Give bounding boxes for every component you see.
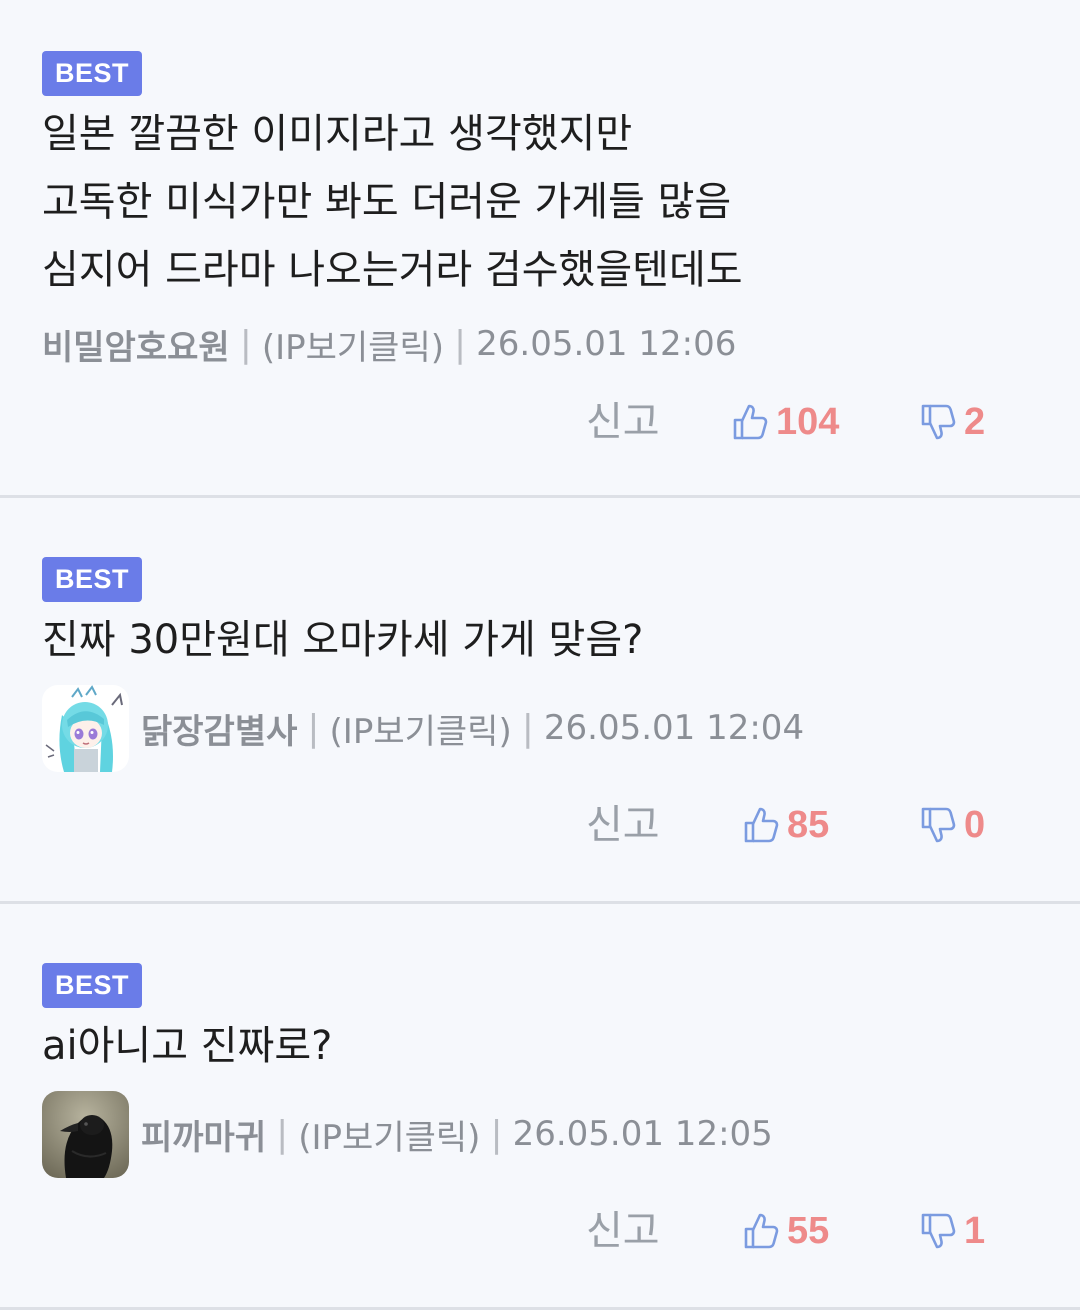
thumbs-down-icon	[921, 1213, 956, 1249]
comment-actions: 신고 85 0	[0, 795, 1080, 855]
comment-line: 일본 깔끔한 이미지라고 생각했지만	[42, 111, 633, 157]
comment-line: 심지어 드라마 나오는거라 검수했을텐데도	[42, 247, 743, 293]
comment-meta: 피까마귀 | (IP보기클릭) | 26.05.01 12:05	[42, 1089, 773, 1179]
comment-text: 일본 깔끔한 이미지라고 생각했지만 고독한 미식가만 봐도 더러운 가게들 많…	[42, 100, 1040, 304]
nickname[interactable]: 닭장감별사	[141, 704, 297, 753]
separator: |	[276, 1113, 289, 1155]
ip-view-link[interactable]: (IP보기클릭)	[330, 704, 512, 753]
comment-date: 26.05.01 12:05	[512, 1114, 773, 1154]
comment-item: BEST ai아니고 진짜로? 피까마귀 | (IP보기클릭) | 26.05.…	[0, 904, 1080, 1310]
thumbs-down-icon	[921, 807, 956, 843]
dislike-button[interactable]: 0	[920, 795, 985, 855]
comment-text: 진짜 30만원대 오마카세 가게 맞음?	[42, 606, 1040, 674]
comment-item: BEST 진짜 30만원대 오마카세 가게 맞음? 닭장감별사 | (IP보기클…	[0, 498, 1080, 904]
ip-view-link[interactable]: (IP보기클릭)	[298, 1110, 480, 1159]
comment-item: BEST 일본 깔끔한 이미지라고 생각했지만 고독한 미식가만 봐도 더러운 …	[0, 0, 1080, 498]
separator: |	[307, 707, 320, 749]
thumbs-up-icon	[744, 1213, 779, 1249]
like-count: 85	[787, 803, 830, 846]
like-count: 104	[776, 400, 840, 443]
comment-line: 진짜 30만원대 오마카세 가게 맞음?	[42, 617, 644, 663]
like-button[interactable]: 104	[732, 392, 839, 452]
dislike-button[interactable]: 2	[920, 392, 985, 452]
dislike-button[interactable]: 1	[920, 1201, 985, 1261]
comment-date: 26.05.01 12:04	[543, 708, 805, 748]
report-button[interactable]: 신고	[586, 1201, 660, 1261]
dislike-count: 0	[964, 803, 986, 846]
separator: |	[239, 323, 252, 365]
comment-actions: 신고 104 2	[0, 392, 1080, 452]
like-button[interactable]: 55	[743, 1201, 829, 1261]
dislike-count: 2	[964, 400, 986, 443]
comment-line: 고독한 미식가만 봐도 더러운 가게들 많음	[42, 179, 732, 225]
anime-character-avatar	[42, 684, 129, 772]
report-button[interactable]: 신고	[586, 795, 660, 855]
thumbs-up-icon	[733, 404, 768, 440]
thumbs-down-icon	[921, 404, 956, 440]
separator: |	[490, 1113, 503, 1155]
comment-meta: 닭장감별사 | (IP보기클릭) | 26.05.01 12:04	[42, 683, 804, 773]
separator: |	[454, 323, 467, 365]
nickname[interactable]: 피까마귀	[141, 1110, 266, 1159]
separator: |	[521, 707, 534, 749]
avatar[interactable]	[42, 684, 129, 772]
crow-photo-avatar	[42, 1090, 129, 1178]
thumbs-up-icon	[744, 807, 779, 843]
dislike-count: 1	[964, 1209, 986, 1252]
comment-list: BEST 일본 깔끔한 이미지라고 생각했지만 고독한 미식가만 봐도 더러운 …	[0, 0, 1080, 1310]
comment-meta: 비밀암호요원 | (IP보기클릭) | 26.05.01 12:06	[42, 299, 736, 389]
ip-view-link[interactable]: (IP보기클릭)	[262, 320, 444, 369]
report-button[interactable]: 신고	[586, 392, 660, 452]
best-badge: BEST	[42, 557, 142, 602]
avatar[interactable]	[42, 1090, 129, 1178]
like-count: 55	[787, 1209, 830, 1252]
best-badge: BEST	[42, 51, 142, 96]
best-badge: BEST	[42, 963, 142, 1008]
comment-date: 26.05.01 12:06	[476, 324, 737, 364]
comment-line: ai아니고 진짜로?	[42, 1023, 333, 1069]
nickname[interactable]: 비밀암호요원	[42, 320, 230, 369]
comment-actions: 신고 55 1	[0, 1201, 1080, 1261]
like-button[interactable]: 85	[743, 795, 829, 855]
comment-text: ai아니고 진짜로?	[42, 1012, 1040, 1080]
